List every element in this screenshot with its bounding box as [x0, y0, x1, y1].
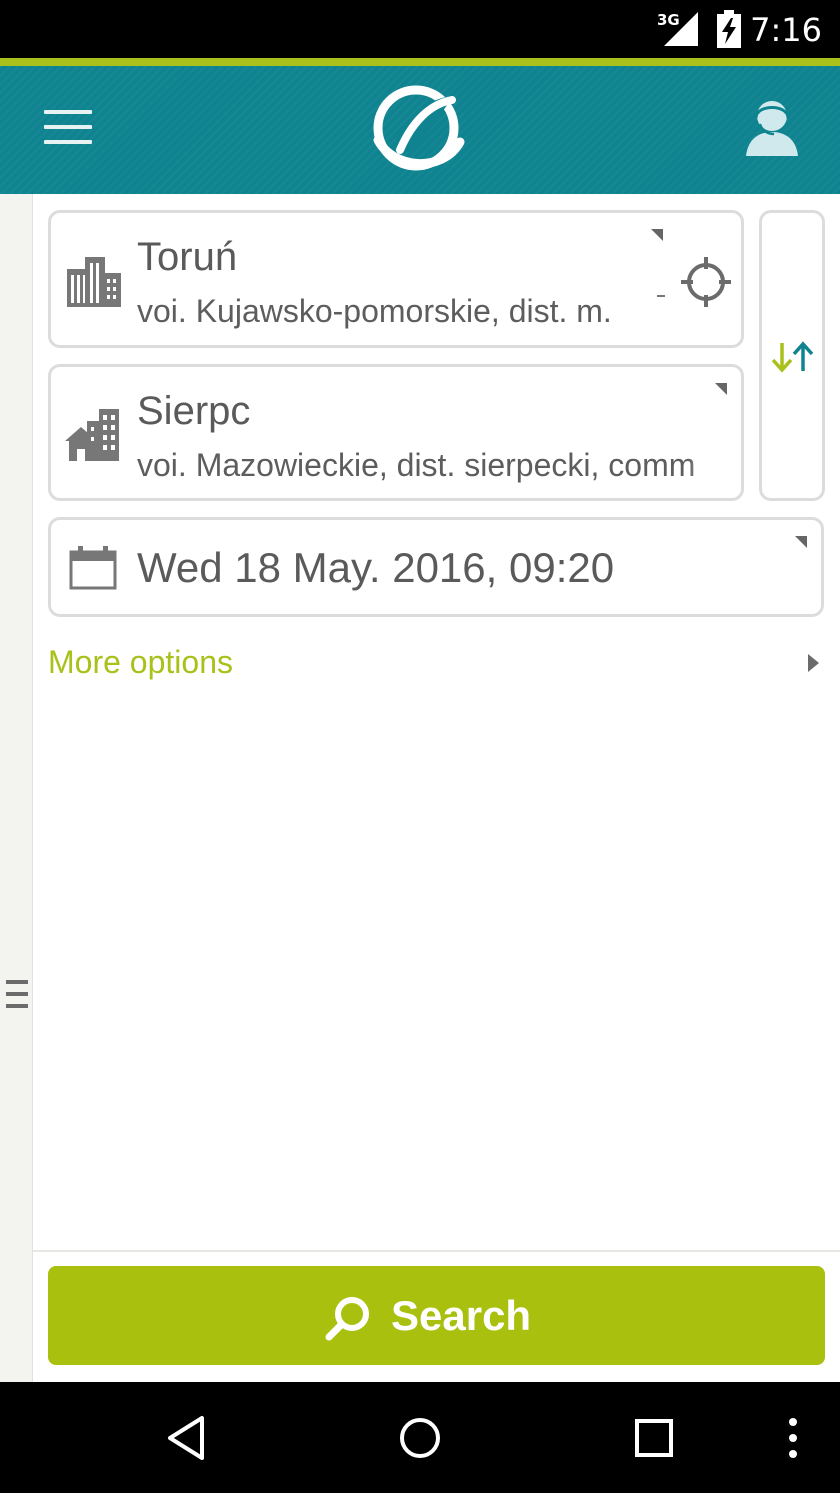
back-icon[interactable]	[162, 1412, 214, 1464]
date-dropdown-indicator	[795, 536, 807, 548]
support-agent-icon[interactable]	[740, 94, 804, 158]
from-overflow-marker	[657, 295, 665, 297]
system-navigation-bar	[0, 1382, 840, 1493]
date-time-value: Wed 18 May. 2016, 09:20	[137, 544, 615, 591]
more-options-link[interactable]: More options	[48, 644, 233, 681]
swap-arrows-icon	[771, 341, 814, 373]
town-buildings-icon	[65, 409, 119, 461]
from-location-field[interactable]: Toruń voi. Kujawsko-pomorskie, dist. m.	[48, 210, 744, 348]
swap-locations-button[interactable]	[759, 210, 825, 501]
locate-crosshair-icon[interactable]	[679, 255, 733, 309]
chevron-right-icon[interactable]	[808, 654, 819, 672]
to-location-field[interactable]: Sierpc voi. Mazowieckie, dist. sierpecki…	[48, 364, 744, 501]
to-location-title: Sierpc	[137, 389, 251, 433]
overflow-menu-icon[interactable]	[780, 1412, 806, 1464]
side-drawer-strip[interactable]	[0, 194, 33, 1382]
date-time-field[interactable]: Wed 18 May. 2016, 09:20	[48, 517, 824, 617]
city-buildings-icon	[67, 257, 121, 307]
menu-button[interactable]	[38, 102, 100, 152]
home-icon[interactable]	[394, 1412, 446, 1464]
app-bar	[0, 58, 840, 194]
calendar-icon	[69, 546, 117, 590]
app-logo[interactable]	[372, 82, 468, 174]
to-location-subtitle: voi. Mazowieckie, dist. sierpecki, comm	[137, 447, 727, 484]
status-time: 7:16	[750, 11, 822, 49]
drawer-handle-icon[interactable]	[6, 980, 28, 1010]
search-button-label: Search	[391, 1292, 532, 1339]
from-location-title: Toruń	[137, 235, 238, 279]
from-location-subtitle: voi. Kujawsko-pomorskie, dist. m.	[137, 293, 612, 329]
search-icon	[325, 1297, 369, 1341]
bottom-divider	[33, 1250, 840, 1252]
status-bar: 3G 7:16	[0, 0, 840, 58]
to-dropdown-indicator	[715, 383, 727, 395]
app-bar-accent-line	[0, 58, 840, 66]
recent-apps-icon[interactable]	[628, 1412, 680, 1464]
signal-icon	[664, 12, 698, 46]
battery-charging-icon	[717, 10, 741, 48]
from-dropdown-indicator	[651, 229, 663, 241]
search-button[interactable]: Search	[48, 1266, 825, 1365]
